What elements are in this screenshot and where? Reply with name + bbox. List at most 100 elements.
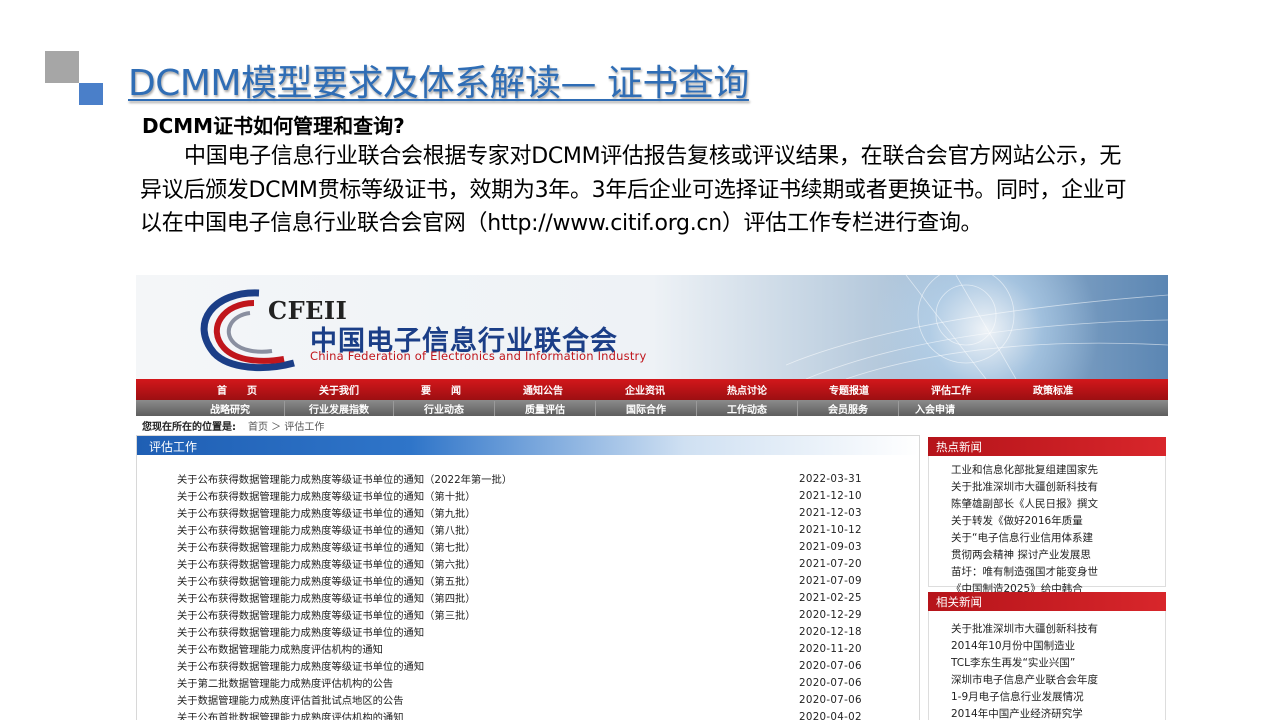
nav-item-evaluation[interactable]: 评估工作 (900, 382, 1002, 397)
notice-date: 2020-11-20 (799, 642, 862, 655)
website-screenshot: CFEII 中国电子信息行业联合会 China Federation of El… (136, 275, 1168, 720)
notice-date: 2021-12-03 (799, 506, 862, 519)
list-item[interactable]: 贯彻两会精神 探讨产业发展思 (951, 547, 1165, 564)
nav-item-notices[interactable]: 通知公告 (492, 382, 594, 397)
hot-news-panel: 热点新闻 工业和信息化部批复组建国家先 关于批准深圳市大疆创新科技有 陈肇雄副部… (928, 437, 1166, 595)
notice-date: 2020-12-29 (799, 608, 862, 621)
breadcrumb: 您现在所在的位置是: 首页 ＞ 评估工作 (142, 418, 324, 433)
list-item[interactable]: 关于第二批数据管理能力成熟度评估机构的公告 2020-07-06 (177, 674, 897, 691)
notice-title[interactable]: 关于公布获得数据管理能力成熟度等级证书单位的通知（第五批） (177, 573, 799, 588)
subnav-item-international[interactable]: 国际合作 (596, 400, 697, 416)
list-item[interactable]: 2014年中国产业经济研究学 (951, 706, 1165, 720)
body-paragraph: 中国电子信息行业联合会根据专家对DCMM评估报告复核或评议结果，在联合会官方网站… (140, 144, 1127, 236)
nav-item-hot-topics[interactable]: 热点讨论 (696, 382, 798, 397)
notice-title[interactable]: 关于公布获得数据管理能力成熟度等级证书单位的通知（第八批） (177, 522, 799, 537)
notice-list: 关于公布获得数据管理能力成熟度等级证书单位的通知（2022年第一批） 2022-0… (177, 470, 897, 720)
notice-title[interactable]: 关于公布数据管理能力成熟度评估机构的通知 (177, 641, 799, 656)
list-item[interactable]: 关于公布获得数据管理能力成熟度等级证书单位的通知（第三批） 2020-12-29 (177, 606, 897, 623)
notice-title[interactable]: 关于公布获得数据管理能力成熟度等级证书单位的通知 (177, 658, 799, 673)
banner-tech-pattern (786, 275, 1168, 379)
notice-title[interactable]: 关于第二批数据管理能力成熟度评估机构的公告 (177, 675, 799, 690)
nav-item-special[interactable]: 专题报道 (798, 382, 900, 397)
primary-nav: 首 页 关于我们 要 闻 通知公告 企业资讯 热点讨论 专题报道 评估工作 政策… (136, 379, 1168, 400)
decor-gray-square (45, 51, 79, 83)
notice-title[interactable]: 关于公布获得数据管理能力成熟度等级证书单位的通知（第十批） (177, 488, 799, 503)
related-news-panel: 相关新闻 关于批准深圳市大疆创新科技有 2014年10月份中国制造业 TCL李东… (928, 592, 1166, 720)
list-item[interactable]: 陈肇雄副部长《人民日报》撰文 (951, 496, 1165, 513)
notice-date: 2020-07-06 (799, 693, 862, 706)
subnav-item-join[interactable]: 入会申请 (899, 401, 971, 416)
notice-title[interactable]: 关于公布获得数据管理能力成熟度等级证书单位的通知（第七批） (177, 539, 799, 554)
subnav-item-quality[interactable]: 质量评估 (495, 400, 596, 416)
notice-date: 2021-07-09 (799, 574, 862, 587)
hot-news-title: 热点新闻 (936, 440, 982, 454)
notice-date: 2020-07-06 (799, 676, 862, 689)
secondary-nav: 战略研究 行业发展指数 行业动态 质量评估 国际合作 工作动态 会员服务 入会申… (136, 400, 1168, 416)
list-item[interactable]: 苗圩：唯有制造强国才能变身世 (951, 564, 1165, 581)
list-item[interactable]: 关于公布获得数据管理能力成熟度等级证书单位的通知（第六批） 2021-07-20 (177, 555, 897, 572)
subnav-item-index[interactable]: 行业发展指数 (285, 400, 394, 416)
notice-title[interactable]: 关于公布首批数据管理能力成熟度评估机构的通知 (177, 709, 799, 720)
notice-title[interactable]: 关于公布获得数据管理能力成熟度等级证书单位的通知（2022年第一批） (177, 471, 799, 486)
notice-title[interactable]: 关于数据管理能力成熟度评估首批试点地区的公告 (177, 692, 799, 707)
list-item[interactable]: 关于公布获得数据管理能力成熟度等级证书单位的通知 2020-12-18 (177, 623, 897, 640)
list-item[interactable]: 关于公布获得数据管理能力成熟度等级证书单位的通知（第五批） 2021-07-09 (177, 572, 897, 589)
slide-title: DCMM模型要求及体系解读— 证书查询 (128, 63, 749, 104)
list-item[interactable]: TCL李东生再发“实业兴国” (951, 655, 1165, 672)
list-item[interactable]: 关于批准深圳市大疆创新科技有 (951, 479, 1165, 496)
list-item[interactable]: 1-9月电子信息行业发展情况 (951, 689, 1165, 706)
list-item[interactable]: 深圳市电子信息产业联合会年度 (951, 672, 1165, 689)
list-item[interactable]: 关于公布获得数据管理能力成熟度等级证书单位的通知（第四批） 2021-02-25 (177, 589, 897, 606)
notice-date: 2020-04-02 (799, 710, 862, 720)
related-news-header: 相关新闻 (928, 592, 1166, 611)
nav-item-policy[interactable]: 政策标准 (1002, 382, 1104, 397)
notice-title[interactable]: 关于公布获得数据管理能力成熟度等级证书单位的通知（第九批） (177, 505, 799, 520)
list-item[interactable]: 关于“电子信息行业信用体系建 (951, 530, 1165, 547)
notice-title[interactable]: 关于公布获得数据管理能力成熟度等级证书单位的通知（第六批） (177, 556, 799, 571)
list-item[interactable]: 2014年10月份中国制造业 (951, 638, 1165, 655)
notice-date: 2022-03-31 (799, 472, 862, 485)
hot-news-list: 工业和信息化部批复组建国家先 关于批准深圳市大疆创新科技有 陈肇雄副部长《人民日… (928, 456, 1166, 595)
notice-title[interactable]: 关于公布获得数据管理能力成熟度等级证书单位的通知（第三批） (177, 607, 799, 622)
notice-date: 2021-10-12 (799, 523, 862, 536)
notice-date: 2021-09-03 (799, 540, 862, 553)
breadcrumb-label: 您现在所在的位置是: (142, 422, 236, 433)
question-heading: DCMM证书如何管理和查询? (142, 114, 405, 138)
notice-date: 2020-07-06 (799, 659, 862, 672)
site-banner: CFEII 中国电子信息行业联合会 China Federation of El… (136, 275, 1168, 379)
breadcrumb-path[interactable]: 首页 ＞ 评估工作 (248, 422, 324, 433)
list-item[interactable]: 关于公布首批数据管理能力成熟度评估机构的通知 2020-04-02 (177, 708, 897, 720)
notice-date: 2021-02-25 (799, 591, 862, 604)
notice-date: 2021-12-10 (799, 489, 862, 502)
evaluation-panel: 评估工作 关于公布获得数据管理能力成熟度等级证书单位的通知（2022年第一批） 2… (136, 435, 920, 720)
list-item[interactable]: 关于公布获得数据管理能力成熟度等级证书单位的通知 2020-07-06 (177, 657, 897, 674)
list-item[interactable]: 关于公布获得数据管理能力成熟度等级证书单位的通知（第十批） 2021-12-10 (177, 487, 897, 504)
list-item[interactable]: 关于公布获得数据管理能力成熟度等级证书单位的通知（第七批） 2021-09-03 (177, 538, 897, 555)
section-header: 评估工作 (137, 436, 919, 455)
list-item[interactable]: 工业和信息化部批复组建国家先 (951, 462, 1165, 479)
notice-title[interactable]: 关于公布获得数据管理能力成熟度等级证书单位的通知（第四批） (177, 590, 799, 605)
notice-date: 2020-12-18 (799, 625, 862, 638)
list-item[interactable]: 关于公布数据管理能力成熟度评估机构的通知 2020-11-20 (177, 640, 897, 657)
hot-news-header: 热点新闻 (928, 437, 1166, 456)
notice-title[interactable]: 关于公布获得数据管理能力成熟度等级证书单位的通知 (177, 624, 799, 639)
section-title: 评估工作 (149, 440, 198, 454)
nav-item-home[interactable]: 首 页 (186, 382, 288, 397)
subnav-item-industry[interactable]: 行业动态 (394, 400, 495, 416)
nav-item-enterprise[interactable]: 企业资讯 (594, 382, 696, 397)
subnav-item-strategy[interactable]: 战略研究 (176, 400, 285, 416)
subnav-item-work[interactable]: 工作动态 (697, 400, 798, 416)
related-news-title: 相关新闻 (936, 595, 982, 609)
list-item[interactable]: 关于公布获得数据管理能力成熟度等级证书单位的通知（第八批） 2021-10-12 (177, 521, 897, 538)
org-name-en: China Federation of Electronics and Info… (310, 349, 647, 363)
list-item[interactable]: 关于数据管理能力成熟度评估首批试点地区的公告 2020-07-06 (177, 691, 897, 708)
nav-item-about[interactable]: 关于我们 (288, 382, 390, 397)
nav-item-news[interactable]: 要 闻 (390, 382, 492, 397)
list-item[interactable]: 关于转发《做好2016年质量 (951, 513, 1165, 530)
subnav-item-member[interactable]: 会员服务 (798, 400, 899, 416)
list-item[interactable]: 关于公布获得数据管理能力成熟度等级证书单位的通知（第九批） 2021-12-03 (177, 504, 897, 521)
list-item[interactable]: 关于公布获得数据管理能力成熟度等级证书单位的通知（2022年第一批） 2022-0… (177, 470, 897, 487)
decor-blue-square (79, 83, 103, 105)
related-news-list: 关于批准深圳市大疆创新科技有 2014年10月份中国制造业 TCL李东生再发“实… (928, 611, 1166, 720)
list-item[interactable]: 关于批准深圳市大疆创新科技有 (951, 621, 1165, 638)
